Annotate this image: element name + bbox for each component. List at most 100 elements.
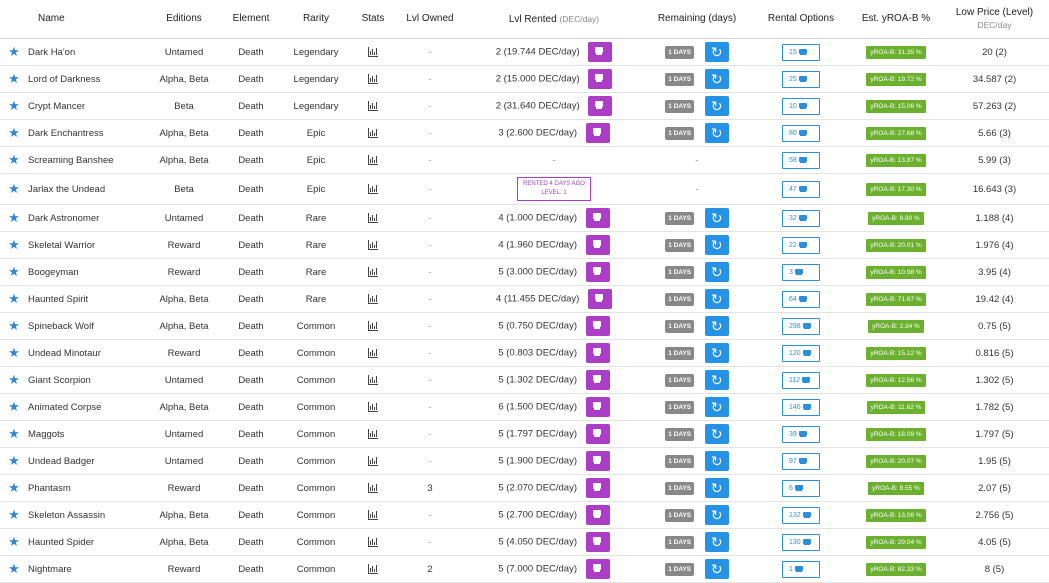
header-lvl-owned[interactable]: Lvl Owned (396, 0, 464, 39)
rent-layers-button[interactable] (585, 262, 610, 282)
star-icon[interactable]: ★ (7, 318, 21, 334)
card-name[interactable]: Lord of Darkness (28, 65, 148, 93)
bar-chart-icon[interactable] (368, 154, 378, 165)
card-name[interactable]: Screaming Banshee (28, 146, 148, 174)
card-name[interactable]: Haunted Spirit (28, 285, 148, 313)
rental-options-button[interactable]: 120 (782, 344, 820, 362)
rent-layers-button[interactable] (588, 96, 613, 116)
card-name[interactable]: Skeletal Warrior (28, 231, 148, 259)
card-name[interactable]: Jarlax the Undead (28, 173, 148, 205)
rent-layers-button[interactable] (585, 316, 610, 336)
rent-layers-button[interactable] (585, 532, 610, 552)
bar-chart-icon[interactable] (368, 46, 378, 57)
refresh-button[interactable]: ↻ (704, 505, 729, 525)
bar-chart-icon[interactable] (368, 509, 378, 520)
header-low-price[interactable]: Low Price (Level) DEC/day (940, 0, 1049, 39)
rental-options-button[interactable]: 132 (782, 506, 820, 524)
star-icon[interactable]: ★ (7, 237, 21, 253)
card-name[interactable]: Dark Ha'on (28, 38, 148, 66)
bar-chart-icon[interactable] (368, 100, 378, 111)
refresh-button[interactable]: ↻ (704, 478, 729, 498)
rent-layers-button[interactable] (585, 208, 610, 228)
header-rental-options[interactable]: Rental Options (750, 0, 852, 39)
header-yroa[interactable]: Est. yROA-B % (852, 0, 940, 39)
header-rarity[interactable]: Rarity (282, 0, 350, 39)
bar-chart-icon[interactable] (368, 455, 378, 466)
rental-options-button[interactable]: 3 (782, 263, 820, 281)
bar-chart-icon[interactable] (368, 239, 378, 250)
refresh-button[interactable]: ↻ (704, 235, 729, 255)
rental-options-button[interactable]: 32 (782, 209, 820, 227)
rental-options-button[interactable]: 1 (782, 560, 820, 578)
star-icon[interactable]: ★ (7, 534, 21, 550)
star-icon[interactable]: ★ (7, 561, 21, 577)
rental-options-button[interactable]: 112 (782, 371, 820, 389)
bar-chart-icon[interactable] (368, 183, 378, 194)
bar-chart-icon[interactable] (368, 482, 378, 493)
rent-layers-button[interactable] (585, 235, 610, 255)
star-icon[interactable]: ★ (7, 291, 21, 307)
bar-chart-icon[interactable] (368, 266, 378, 277)
card-name[interactable]: Undead Badger (28, 447, 148, 475)
refresh-button[interactable]: ↻ (704, 451, 729, 471)
rent-layers-button[interactable] (588, 42, 613, 62)
rent-layers-button[interactable] (585, 451, 610, 471)
refresh-button[interactable]: ↻ (704, 208, 729, 228)
star-icon[interactable]: ★ (7, 399, 21, 415)
refresh-button[interactable]: ↻ (704, 532, 729, 552)
bar-chart-icon[interactable] (368, 563, 378, 574)
star-icon[interactable]: ★ (7, 345, 21, 361)
card-name[interactable]: Crypt Mancer (28, 92, 148, 120)
bar-chart-icon[interactable] (368, 127, 378, 138)
bar-chart-icon[interactable] (368, 428, 378, 439)
star-icon[interactable]: ★ (7, 210, 21, 226)
bar-chart-icon[interactable] (368, 320, 378, 331)
star-icon[interactable]: ★ (7, 181, 21, 197)
rental-options-button[interactable]: 6 (782, 479, 820, 497)
refresh-button[interactable]: ↻ (704, 559, 729, 579)
card-name[interactable]: Skeleton Assassin (28, 501, 148, 529)
rent-layers-button[interactable] (585, 505, 610, 525)
card-name[interactable]: Undead Minotaur (28, 339, 148, 367)
rental-options-button[interactable]: 10 (782, 97, 820, 115)
refresh-button[interactable]: ↻ (704, 123, 729, 143)
star-icon[interactable]: ★ (7, 44, 21, 60)
refresh-button[interactable]: ↻ (704, 289, 729, 309)
rent-layers-button[interactable] (588, 69, 613, 89)
bar-chart-icon[interactable] (368, 401, 378, 412)
rental-options-button[interactable]: 130 (782, 533, 820, 551)
card-name[interactable]: Dark Enchantress (28, 119, 148, 147)
star-icon[interactable]: ★ (7, 480, 21, 496)
rental-options-button[interactable]: 15 (782, 43, 820, 61)
rent-layers-button[interactable] (585, 343, 610, 363)
card-name[interactable]: Nightmare (28, 555, 148, 583)
bar-chart-icon[interactable] (368, 73, 378, 84)
rental-options-button[interactable]: 298 (782, 317, 820, 335)
rental-options-button[interactable]: 146 (782, 398, 820, 416)
rent-layers-button[interactable] (585, 559, 610, 579)
star-icon[interactable]: ★ (7, 264, 21, 280)
bar-chart-icon[interactable] (368, 347, 378, 358)
refresh-button[interactable]: ↻ (704, 397, 729, 417)
card-name[interactable]: Maggots (28, 420, 148, 448)
star-icon[interactable]: ★ (7, 372, 21, 388)
bar-chart-icon[interactable] (368, 212, 378, 223)
bar-chart-icon[interactable] (368, 293, 378, 304)
rent-layers-button[interactable] (585, 478, 610, 498)
rental-options-button[interactable]: 58 (782, 151, 820, 169)
rental-options-button[interactable]: 22 (782, 236, 820, 254)
rent-layers-button[interactable] (585, 123, 610, 143)
star-icon[interactable]: ★ (7, 152, 21, 168)
refresh-button[interactable]: ↻ (704, 69, 729, 89)
header-lvl-rented[interactable]: Lvl Rented (DEC/day) (464, 0, 644, 39)
refresh-button[interactable]: ↻ (704, 262, 729, 282)
card-name[interactable]: Haunted Spider (28, 528, 148, 556)
star-icon[interactable]: ★ (7, 71, 21, 87)
rent-layers-button[interactable] (587, 289, 612, 309)
bar-chart-icon[interactable] (368, 374, 378, 385)
star-icon[interactable]: ★ (7, 507, 21, 523)
rent-layers-button[interactable] (585, 370, 610, 390)
rental-options-button[interactable]: 39 (782, 425, 820, 443)
rental-options-button[interactable]: 64 (782, 290, 820, 308)
card-name[interactable]: Spineback Wolf (28, 312, 148, 340)
